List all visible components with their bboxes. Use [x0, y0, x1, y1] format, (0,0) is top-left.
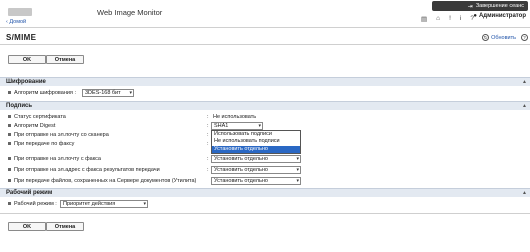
refresh-icon: ↻: [482, 34, 490, 41]
section-user-mode-title: Рабочий режим: [6, 190, 53, 196]
row-certificate-status: Статус сертификата : Не использовать: [0, 113, 530, 122]
alert-icon[interactable]: !: [449, 15, 451, 23]
fax-email-select[interactable]: Установить отдельно ▾: [211, 155, 301, 163]
row-label: При передаче по факсу: [14, 141, 75, 147]
dropdown-option[interactable]: Использовать подписи: [212, 131, 300, 138]
section-signature-title: Подпись: [6, 103, 33, 109]
refresh-button[interactable]: ↻ Обновить: [482, 34, 516, 41]
top-icons: ▤ ⌂ ! i ?: [421, 15, 474, 23]
home-icon[interactable]: ⌂: [436, 15, 440, 23]
fax-result-email-value: Установить отдельно: [214, 167, 268, 173]
chevron-down-icon: ▾: [143, 201, 146, 207]
user-name: Администратор: [478, 13, 526, 19]
row-label: Алгоритм Digest: [14, 123, 56, 129]
bullet-icon: [8, 124, 11, 127]
dropdown-option-selected[interactable]: Установить отдельно: [212, 145, 300, 153]
bullet-icon: [8, 133, 11, 136]
chevron-down-icon: ▾: [296, 167, 299, 173]
bullet-icon: [8, 142, 11, 145]
encryption-algorithm-value: 3DES-168 бит: [85, 90, 121, 96]
app-title: Web Image Monitor: [97, 8, 163, 17]
dropdown-option[interactable]: Не использовать подписи: [212, 138, 300, 145]
chevron-down-icon: ▾: [296, 156, 299, 162]
logout-button[interactable]: ⇥ Завершение сеанс: [432, 1, 528, 11]
collapse-arrow-icon[interactable]: ▲: [522, 79, 527, 85]
chevron-down-icon: ▾: [296, 178, 299, 184]
cancel-button-top[interactable]: Отмена: [46, 55, 84, 64]
section-user-mode: Рабочий режим ▲: [0, 188, 530, 197]
user-mode-label: Рабочий режим :: [14, 201, 57, 207]
top-bar: Web Image Monitor ⇥ Завершение сеанс ‹ Д…: [0, 0, 530, 36]
section-signature: Подпись ▲: [0, 101, 530, 110]
bullet-icon: [8, 168, 11, 171]
collapse-arrow-icon[interactable]: ▲: [522, 190, 527, 196]
row-label: При передаче файлов, сохраненных на Серв…: [14, 178, 197, 184]
brand-logo: [8, 8, 32, 16]
fax-email-value: Установить отдельно: [214, 156, 268, 162]
title-divider: [0, 44, 530, 45]
chevron-down-icon: ▾: [258, 123, 261, 129]
user-indicator: ● Администратор: [473, 13, 526, 19]
refresh-label: Обновить: [491, 34, 516, 41]
user-mode-value: Приоритет действия: [63, 201, 116, 207]
certificate-status-value: Не использовать: [213, 114, 257, 120]
row-label: Статус сертификата: [14, 114, 66, 120]
encryption-algorithm-select[interactable]: 3DES-168 бит ▾: [82, 89, 134, 97]
digest-algorithm-value: SHA1: [214, 123, 229, 129]
fax-result-email-select[interactable]: Установить отдельно ▾: [211, 166, 301, 174]
bullet-icon: [8, 179, 11, 182]
logout-label: Завершение сеанс: [475, 3, 524, 9]
user-mode-select[interactable]: Приоритет действия ▾: [60, 200, 148, 208]
page-title: S/MIME: [6, 33, 37, 42]
digest-algorithm-select[interactable]: SHA1 ▾: [211, 122, 263, 130]
bullet-icon: [8, 115, 11, 118]
bullet-icon: [8, 91, 11, 94]
row-label: При отправке на эл.почту с факса: [14, 156, 101, 162]
logout-icon: ⇥: [467, 3, 473, 10]
cancel-button-bottom[interactable]: Отмена: [46, 222, 84, 231]
home-link[interactable]: ‹ Домой: [6, 19, 26, 25]
row-label: При отправке на эл.почту со сканера: [14, 132, 109, 138]
encryption-algorithm-label: Алгоритм шифрования :: [14, 90, 76, 96]
header-divider: [0, 27, 530, 28]
bottom-divider: [0, 213, 530, 214]
collapse-arrow-icon[interactable]: ▲: [522, 103, 527, 109]
print-icon[interactable]: ▤: [421, 15, 427, 23]
section-encryption-title: Шифрование: [6, 79, 46, 85]
back-chevron-icon: ‹: [6, 19, 8, 25]
bullet-icon: [8, 157, 11, 160]
section-encryption: Шифрование ▲: [0, 77, 530, 86]
user-icon: ●: [473, 13, 477, 19]
document-server-select[interactable]: Установить отдельно ▾: [211, 177, 301, 185]
info-icon[interactable]: i: [460, 15, 461, 23]
document-server-value: Установить отдельно: [214, 178, 268, 184]
home-link-label: Домой: [9, 19, 27, 25]
page-help-icon[interactable]: ?: [521, 34, 528, 41]
ok-button-bottom[interactable]: OK: [8, 222, 46, 231]
chevron-down-icon: ▾: [129, 90, 132, 96]
signature-dropdown-list[interactable]: Использовать подписи Не использовать под…: [211, 130, 301, 154]
row-encryption-algorithm: Алгоритм шифрования :: [0, 89, 530, 98]
row-label: При отправке на эл.адрес с факса результ…: [14, 167, 160, 173]
bullet-icon: [8, 202, 11, 205]
ok-button-top[interactable]: OK: [8, 55, 46, 64]
